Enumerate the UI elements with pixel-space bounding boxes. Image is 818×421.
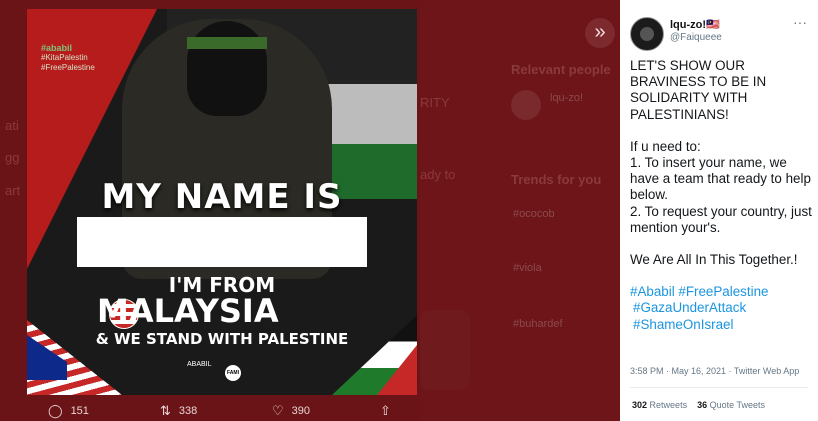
more-options-icon[interactable]: ···	[793, 14, 807, 30]
tweet-stats: 302 Retweets 36 Quote Tweets	[632, 400, 765, 410]
ababil-logo: ABABIL	[187, 361, 212, 368]
background-card	[420, 310, 470, 390]
background-fragment: art	[5, 183, 21, 198]
tweet-timestamp[interactable]: 3:58 PM · May 16, 2021 · Twitter Web App	[630, 366, 799, 376]
background-fragment: gg	[5, 150, 20, 165]
tweet-image[interactable]: #ababil #KitaPalestin #FreePalestine MY …	[27, 9, 417, 395]
tweet-paragraph: We Are All In This Together.!	[630, 252, 798, 268]
avatar[interactable]	[630, 17, 664, 51]
divider	[630, 387, 808, 388]
retweet-label[interactable]: Retweets	[650, 400, 688, 410]
tweet-paragraph: If u need to: 1. To insert your name, we…	[630, 139, 815, 236]
poster-tag: #FreePalestine	[41, 63, 95, 72]
tweet-text: LET'S SHOW OUR BRAVINESS TO BE IN SOLIDA…	[630, 58, 815, 333]
background-fragment: ati	[5, 118, 19, 133]
green-headband	[187, 37, 267, 49]
retweet-count-bar: 338	[178, 404, 198, 417]
like-button[interactable]: ♡ 390	[272, 404, 310, 417]
tweet-actions: ◯ 151 ⇅ 338 ♡ 390 ⇧	[0, 400, 620, 421]
background-avatar	[511, 90, 541, 120]
hashtag-link[interactable]: #ShameOnIsrael	[630, 317, 815, 333]
poster-hashtags: #ababil #KitaPalestin #FreePalestine	[41, 43, 95, 73]
background-trend: #viola	[513, 262, 542, 274]
share-icon: ⇧	[380, 403, 391, 418]
tweet-line: 2. To request your country, just mention…	[630, 203, 812, 235]
background-trend: #ococob	[513, 208, 555, 220]
tweet-panel: lqu-zo!🇲🇾 @Faiqueee ··· LET'S SHOW OUR B…	[620, 0, 818, 421]
hashtag-link[interactable]: #GazaUnderAttack	[630, 300, 815, 316]
relevant-people-heading: Relevant people	[511, 62, 611, 77]
like-count: 390	[291, 404, 311, 417]
poster-tag: #ababil	[41, 43, 73, 53]
trends-heading: Trends for you	[511, 172, 602, 187]
background-fragment: lqu-zo!	[550, 92, 584, 104]
masked-head	[187, 21, 267, 116]
author-name[interactable]: lqu-zo!🇲🇾	[670, 18, 720, 31]
poster-stand-with: & WE STAND WITH PALESTINE	[95, 330, 349, 348]
reply-icon: ◯	[48, 403, 63, 418]
tweet-line: 1. To insert your name, we have a team t…	[630, 155, 811, 203]
quote-count[interactable]: 36	[697, 400, 707, 410]
next-image-button[interactable]: »	[585, 18, 615, 48]
poster-my-name-is: MY NAME IS	[101, 177, 343, 217]
background-fragment: ady to	[420, 167, 456, 182]
background-trend: #buhardef	[513, 318, 563, 330]
tweet-paragraph: LET'S SHOW OUR BRAVINESS TO BE IN SOLIDA…	[630, 58, 767, 122]
retweet-button[interactable]: ⇅ 338	[160, 404, 197, 417]
name-blank-box	[77, 217, 367, 267]
retweet-count[interactable]: 302	[632, 400, 647, 410]
tweet-line: If u need to:	[630, 138, 701, 154]
poster-country: MALAYSIA	[97, 292, 279, 330]
hashtag-link[interactable]: #Ababil #FreePalestine	[630, 284, 815, 300]
quote-label[interactable]: Quote Tweets	[710, 400, 765, 410]
fami-logo-icon: FAMI	[225, 365, 241, 381]
retweet-icon: ⇅	[160, 403, 171, 418]
reply-button[interactable]: ◯ 151	[48, 404, 89, 417]
author-handle[interactable]: @Faiqueee	[670, 32, 722, 43]
heart-icon: ♡	[272, 403, 284, 418]
reply-count: 151	[70, 404, 89, 417]
background-fragment: RITY	[420, 95, 450, 110]
avatar-logo-icon	[640, 27, 654, 41]
poster-tag: #KitaPalestin	[41, 53, 88, 62]
share-button[interactable]: ⇧	[380, 404, 391, 417]
